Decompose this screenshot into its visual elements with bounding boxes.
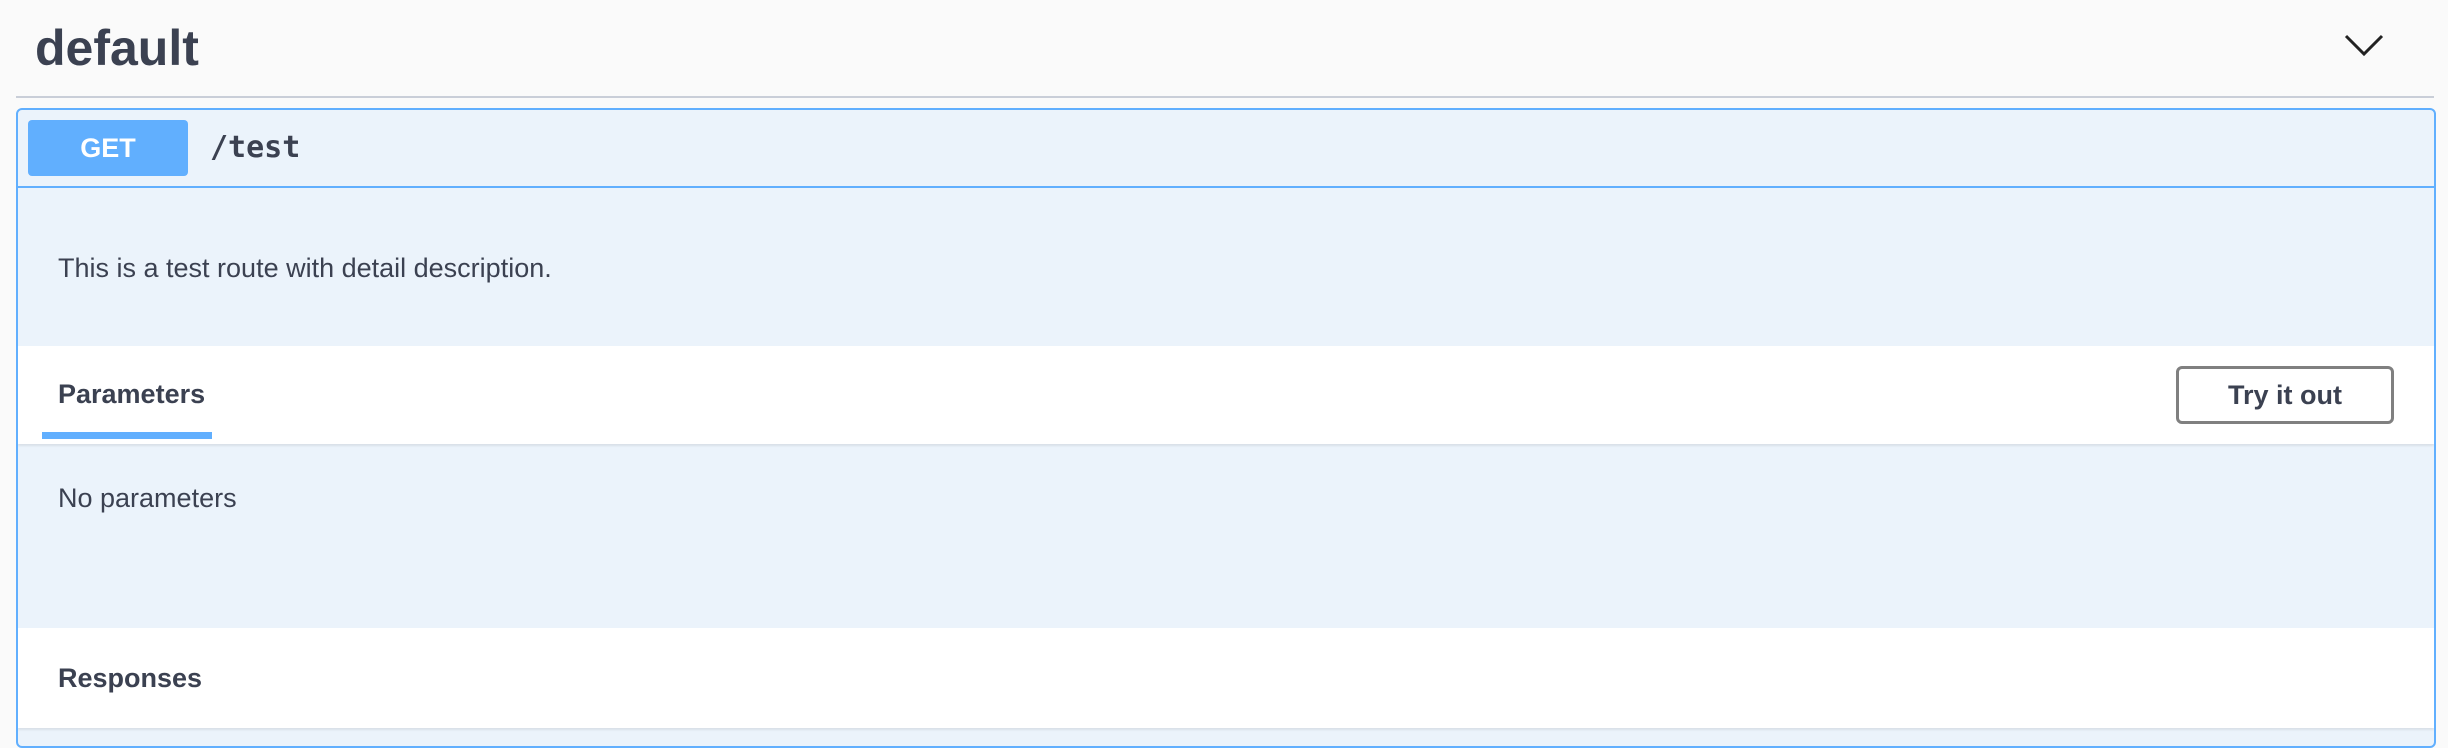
responses-header: Responses [18, 628, 2434, 728]
tag-title[interactable]: default [35, 18, 199, 78]
responses-title: Responses [58, 663, 203, 693]
parameters-tab-label: Parameters [58, 379, 206, 409]
tab-parameters[interactable]: Parameters [42, 346, 212, 444]
operation-block: GET /test This is a test route with deta… [16, 108, 2436, 748]
parameters-header: Parameters Try it out [18, 346, 2434, 444]
try-it-out-button[interactable]: Try it out [2176, 366, 2394, 424]
tag-divider [16, 96, 2434, 98]
active-tab-indicator [42, 432, 212, 439]
no-parameters-text: No parameters [58, 483, 237, 513]
operation-path: /test [210, 130, 301, 165]
operation-summary[interactable]: GET /test [18, 110, 2434, 188]
tag-section-header[interactable]: default [0, 0, 2448, 100]
operation-description: This is a test route with detail descrip… [58, 253, 552, 283]
method-badge: GET [28, 120, 188, 176]
chevron-down-icon[interactable] [2342, 22, 2386, 66]
